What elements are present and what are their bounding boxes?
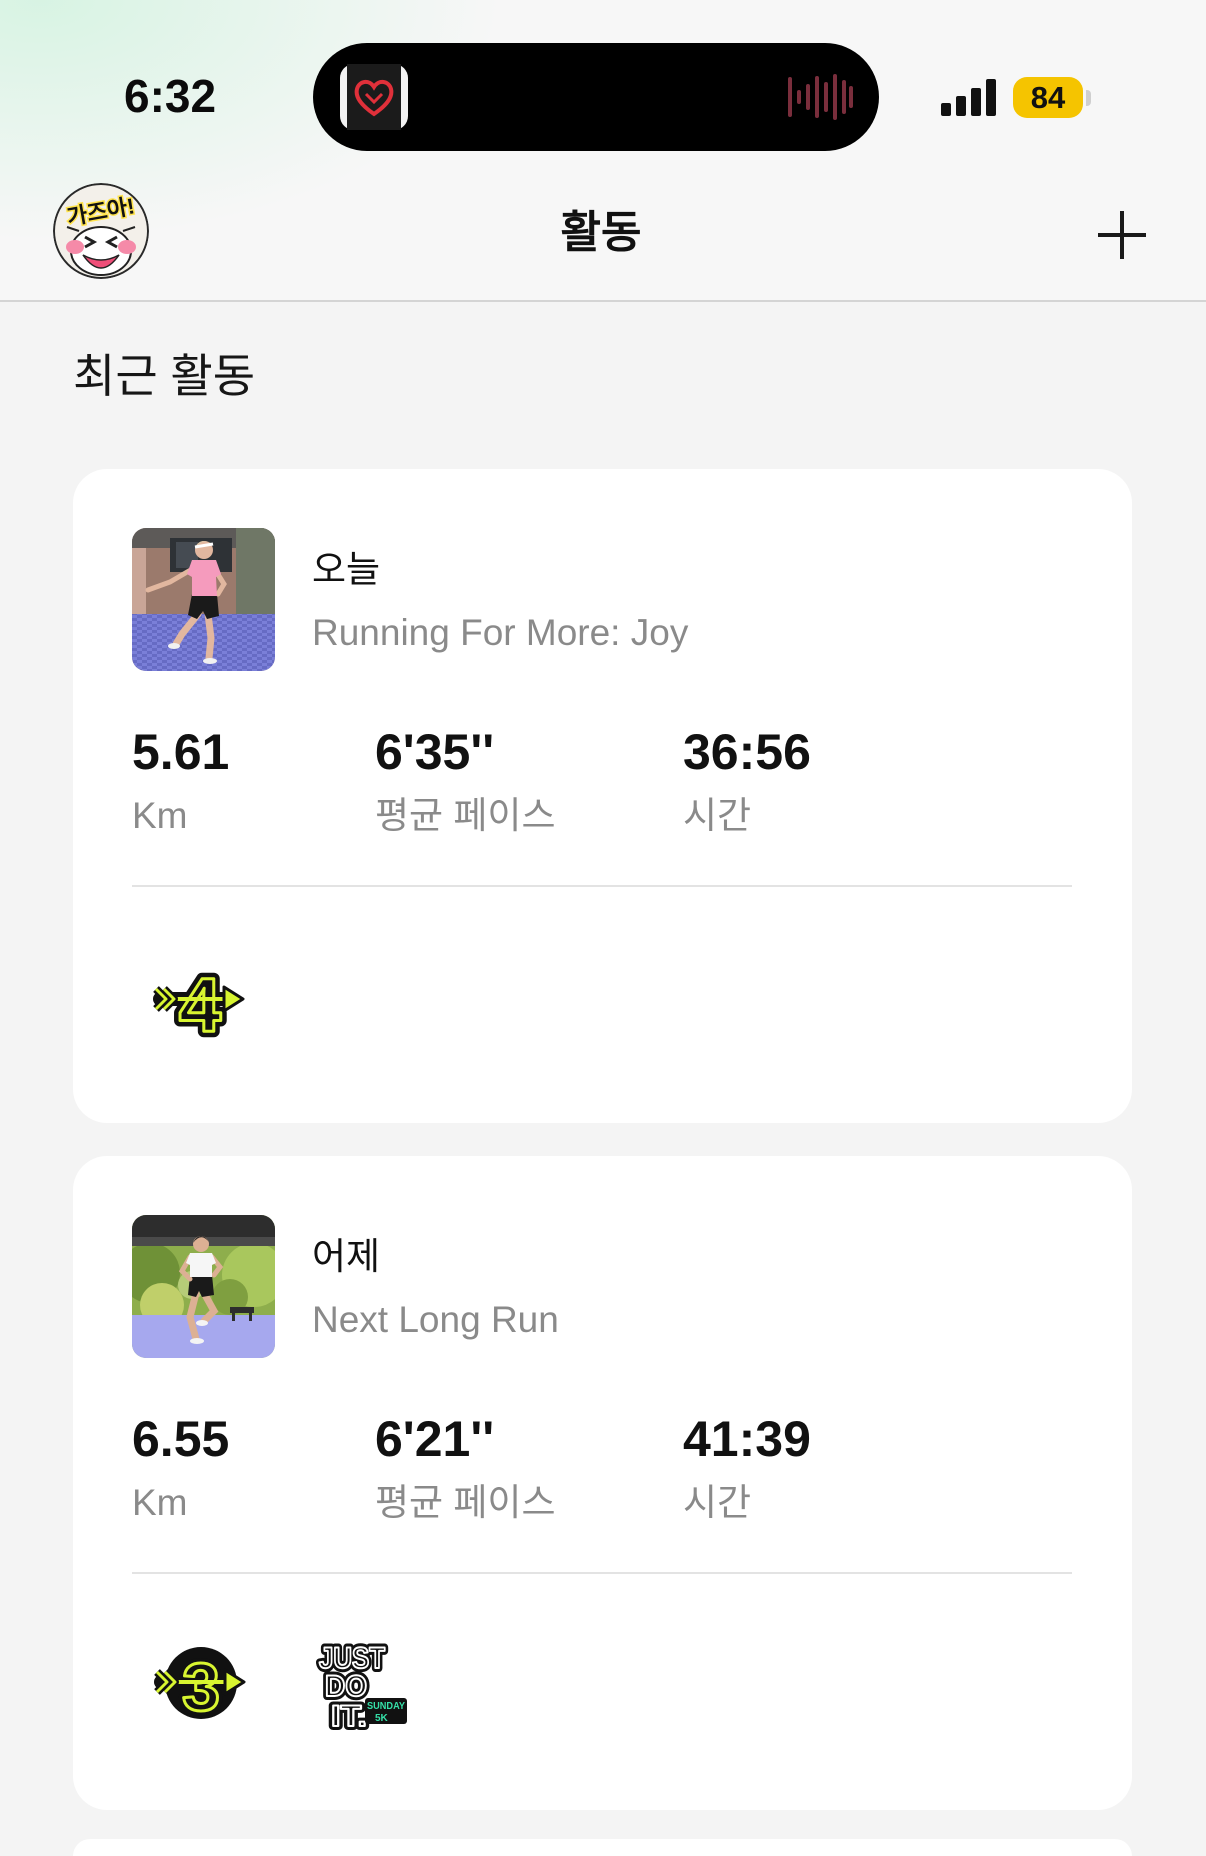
distance-value: 5.61 <box>132 724 230 780</box>
distance-label: Km <box>132 795 188 836</box>
duration-label: 시간 <box>683 1482 752 1523</box>
card-divider <box>132 1572 1072 1574</box>
activity-card[interactable]: 오늘 Running For More: Joy 5.61 Km 6'35'' … <box>73 469 1132 1123</box>
activity-thumbnail <box>132 528 275 671</box>
section-title: 최근 활동 <box>73 350 256 402</box>
waveform-icon <box>787 72 853 122</box>
add-activity-button[interactable] <box>1094 207 1150 263</box>
status-time: 6:32 <box>124 70 217 122</box>
card-divider <box>132 885 1072 887</box>
pace-value: 6'35'' <box>375 724 495 780</box>
header-divider <box>0 300 1206 302</box>
profile-avatar[interactable]: 가즈아! <box>53 183 149 279</box>
pace-value: 6'21'' <box>375 1411 495 1467</box>
dynamic-island[interactable] <box>313 43 879 151</box>
activity-card[interactable] <box>73 1839 1132 1856</box>
activity-name: Running For More: Joy <box>312 612 689 653</box>
badge-caption-5k: 5K <box>375 1713 389 1724</box>
battery-nub <box>1086 90 1091 106</box>
activity-name: Next Long Run <box>312 1299 559 1340</box>
activity-thumbnail <box>132 1215 275 1358</box>
arrow-milestone-badge-icon: 3 3 <box>153 1640 247 1724</box>
heart-logo-icon <box>340 64 408 130</box>
badge-caption-sunday: SUNDAY <box>367 1701 405 1712</box>
pace-label: 평균 페이스 <box>375 1482 556 1523</box>
page-title: 활동 <box>560 208 642 257</box>
activity-date: 오늘 <box>312 549 381 590</box>
cellular-signal-icon <box>941 78 997 116</box>
badge-digit: 4 <box>179 963 221 1041</box>
badge-digit: 3 <box>182 1649 220 1724</box>
activity-date: 어제 <box>312 1236 381 1277</box>
activity-card[interactable]: 어제 Next Long Run 6.55 Km 6'21'' 평균 페이스 4… <box>73 1156 1132 1810</box>
duration-label: 시간 <box>683 795 752 836</box>
duration-value: 41:39 <box>683 1411 811 1467</box>
just-do-it-badge-icon: JUST JUST DO DO IT. IT. SUNDAY 5K <box>315 1638 409 1734</box>
badge-line-it: IT. <box>331 1700 367 1733</box>
distance-value: 6.55 <box>132 1411 230 1467</box>
duration-value: 36:56 <box>683 724 811 780</box>
pace-label: 평균 페이스 <box>375 795 556 836</box>
distance-label: Km <box>132 1482 188 1523</box>
badge-line-do: DO <box>325 1670 367 1703</box>
battery-indicator: 84 <box>1013 77 1083 118</box>
arrow-milestone-badge-icon: 4 4 <box>152 957 246 1041</box>
plus-icon <box>1098 211 1146 259</box>
